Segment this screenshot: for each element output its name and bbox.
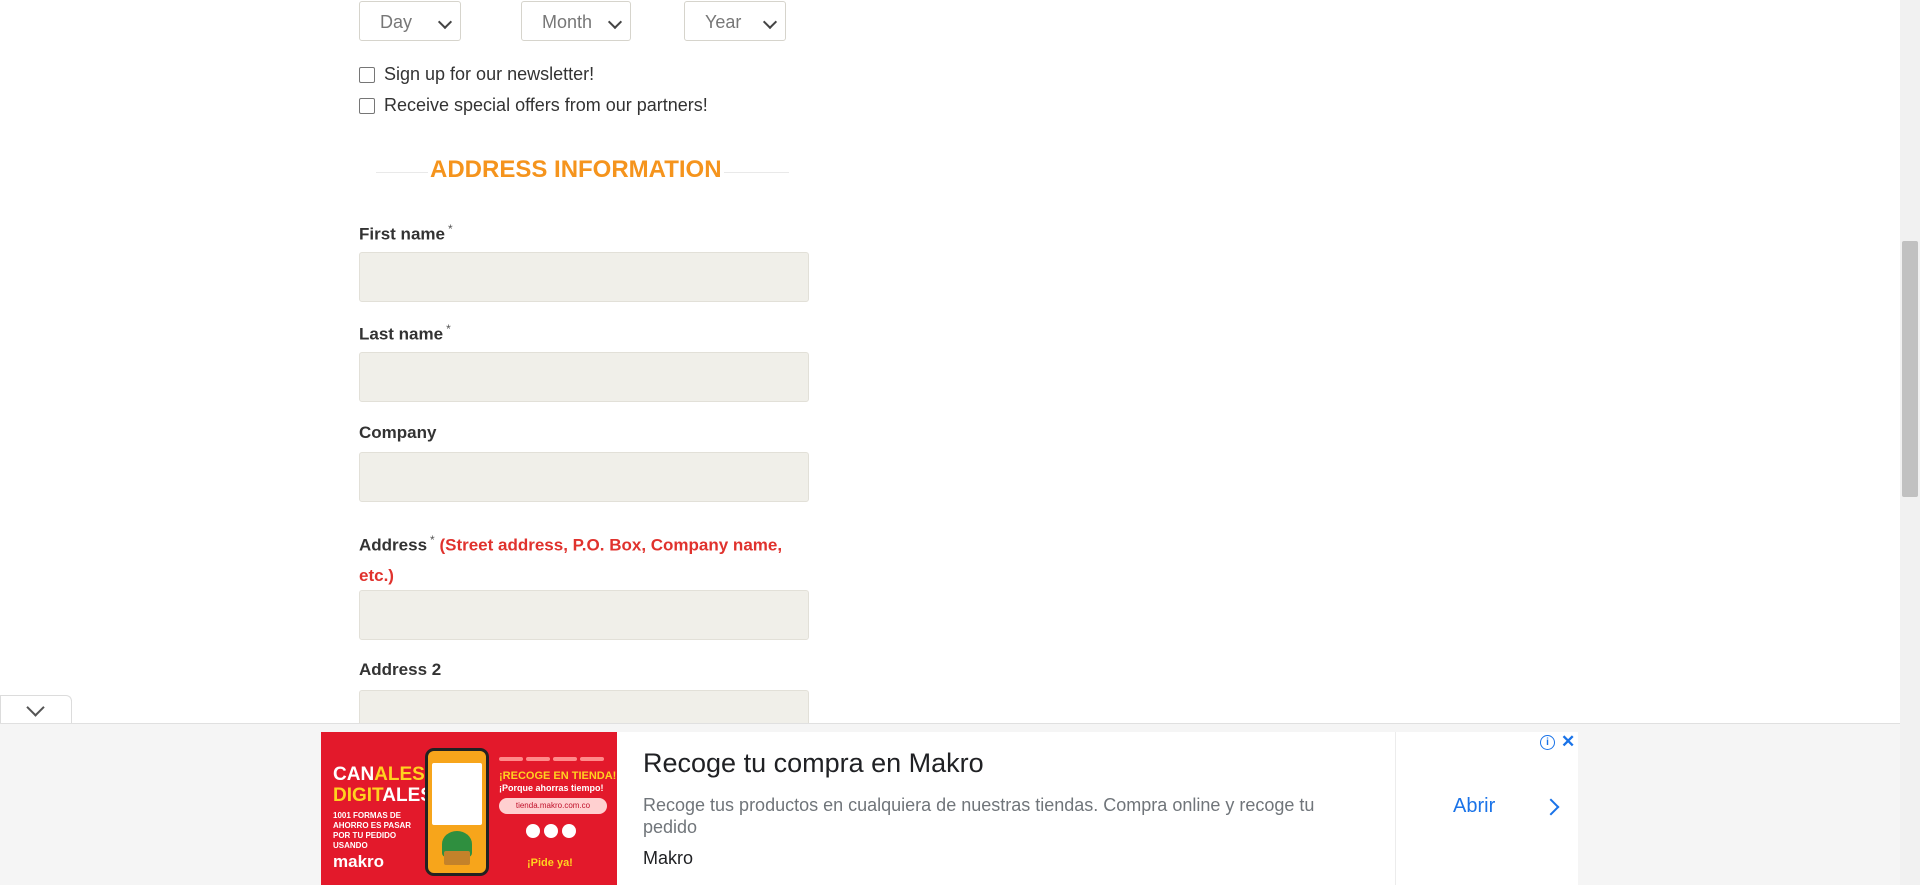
address-hint: (Street address, P.O. Box, Company name, [439,535,783,555]
ad-advertiser: Makro [643,848,694,868]
address2-label-text: Address 2 [359,660,442,679]
scrollbar-thumb[interactable] [1902,241,1918,497]
ad-image-subheadline: ¡Porque ahorras tiempo! [499,783,604,793]
info-icon[interactable]: i [1540,735,1555,750]
chevron-down-icon [762,14,778,30]
first-name-input[interactable] [359,252,809,302]
year-select[interactable]: Year [684,1,786,41]
day-select[interactable]: Day [359,1,461,41]
ad-unit[interactable]: CANALES DIGITALES 1001 FORMAS DE AHORRO … [321,732,1578,885]
page: Day Month Year Sign up for our newslette… [0,0,1900,885]
ad-image[interactable]: CANALES DIGITALES 1001 FORMAS DE AHORRO … [321,732,617,885]
company-label-text: Company [359,423,437,442]
date-of-birth-row: Day Month Year [359,1,809,43]
ad-image-brand: CANALES DIGITALES [333,764,433,806]
address-section-heading: ADDRESS INFORMATION [376,152,789,186]
address-label: Address * (Street address, P.O. Box, Comp… [359,525,782,591]
address-input[interactable] [359,590,809,640]
bag-illustration [444,851,470,865]
month-select-value: Month [542,12,593,32]
ad-image-small-text: 1001 FORMAS DE AHORRO ES PASAR POR TU PE… [333,811,412,850]
ad-image-topbar [499,748,609,761]
ad-cta-area[interactable]: Abrir [1395,732,1579,885]
required-marker: * [430,533,435,547]
last-name-label-text: Last name [359,324,444,344]
required-marker: * [447,222,453,236]
ad-description: Recoge tus productos en cualquiera de nu… [643,795,1315,837]
ad-body[interactable]: Recoge tu compra en Makro Recoge tus pro… [617,732,1395,885]
ad-open-button[interactable]: Abrir [1453,795,1495,818]
last-name-input[interactable] [359,352,809,402]
close-icon[interactable]: ✕ [1561,732,1575,752]
ad-banner: CANALES DIGITALES 1001 FORMAS DE AHORRO … [0,723,1900,885]
chevron-right-icon [1542,798,1560,816]
company-input[interactable] [359,452,809,502]
chevron-down-icon [437,14,453,30]
section-title: ADDRESS INFORMATION [428,156,724,184]
required-marker: * [446,322,451,336]
month-select[interactable]: Month [521,1,631,41]
ad-collapse-tab[interactable] [0,695,72,723]
first-name-label: First name * [359,222,453,245]
year-select-value: Year [705,12,742,32]
phone-screen [432,763,482,825]
newsletter-checkbox[interactable] [359,67,375,83]
chevron-down-icon [26,698,45,717]
phone-illustration [425,748,489,876]
ad-image-icons [526,824,580,843]
day-select-value: Day [380,12,413,32]
address-hint-continued: etc.) [359,565,394,585]
ad-image-url-pill: tienda.makro.com.co [499,798,607,814]
company-label: Company [359,423,436,443]
ad-image-cta: ¡Pide ya! [527,857,573,869]
last-name-label: Last name * [359,322,451,345]
address-label-text: Address [359,535,428,555]
makro-logo: makro [333,852,385,871]
ad-title[interactable]: Recoge tu compra en Makro [643,748,984,779]
partners-offers-label[interactable]: Receive special offers from our partners… [384,95,708,116]
first-name-label-text: First name [359,224,445,244]
partners-offers-checkbox[interactable] [359,98,375,114]
ad-image-headline: ¡RECOGE EN TIENDA! [499,770,617,782]
newsletter-label[interactable]: Sign up for our newsletter! [384,64,594,85]
vertical-scrollbar[interactable] [1900,0,1920,885]
address2-label: Address 2 [359,660,441,680]
chevron-down-icon [607,14,623,30]
